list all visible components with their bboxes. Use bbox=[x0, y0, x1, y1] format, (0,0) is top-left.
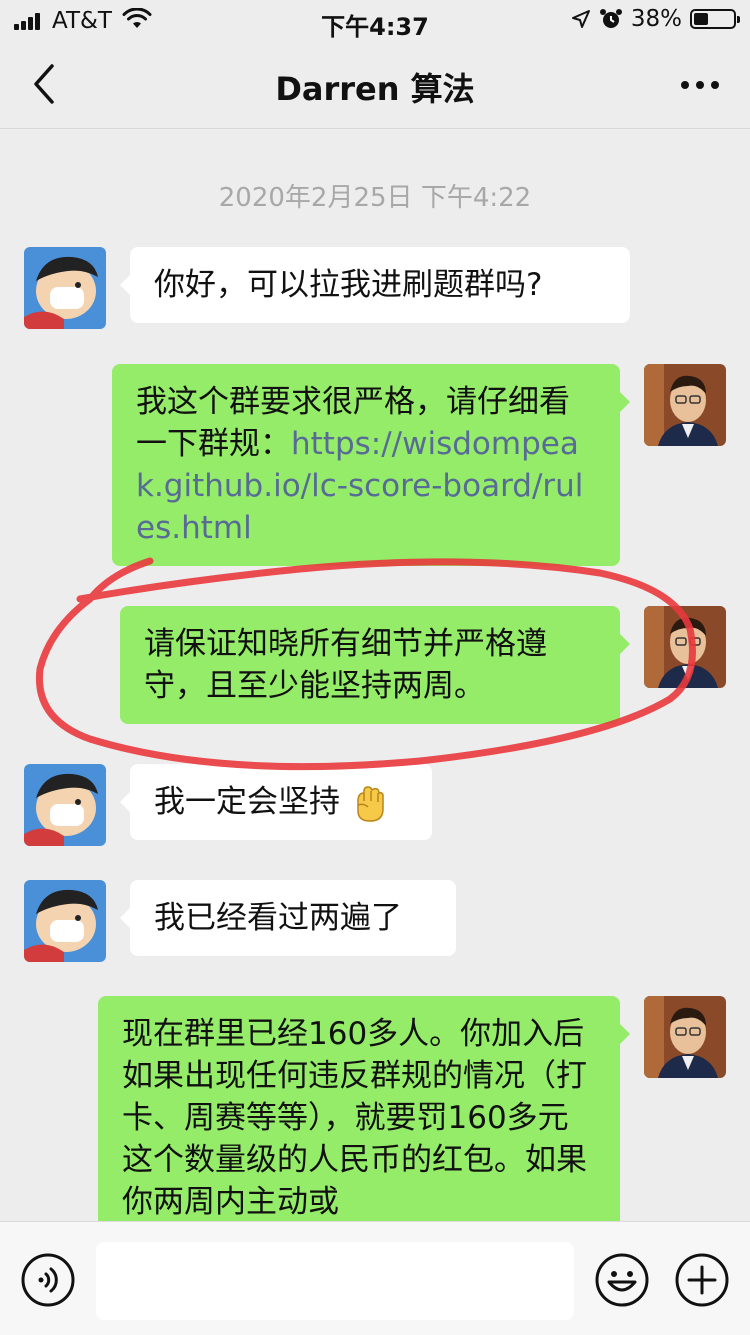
avatar-self[interactable] bbox=[644, 364, 726, 446]
battery-icon bbox=[690, 9, 740, 29]
chat-area[interactable]: 2020年2月25日 下午4:22 你好，可以拉我进刷题群吗? 我这个群要求很严… bbox=[0, 129, 750, 1221]
message-bubble-incoming[interactable]: 你好，可以拉我进刷题群吗? bbox=[120, 247, 630, 323]
emoji-face-icon[interactable] bbox=[594, 1252, 650, 1308]
status-right: 38% bbox=[571, 6, 740, 32]
avatar-other[interactable] bbox=[24, 247, 106, 329]
chat-title: Darren 算法 bbox=[275, 70, 475, 108]
message-input[interactable] bbox=[96, 1242, 574, 1320]
more-dots-icon[interactable] bbox=[678, 70, 722, 100]
message-text: 我一定会坚持 bbox=[154, 784, 340, 820]
status-bar: AT&T 下午4:37 38% bbox=[0, 0, 750, 41]
location-arrow-icon bbox=[571, 10, 590, 28]
avatar-self[interactable] bbox=[644, 606, 726, 688]
message-bubble-incoming[interactable]: 我已经看过两遍了 bbox=[120, 880, 456, 956]
battery-percent: 38% bbox=[630, 6, 682, 32]
message-bubble-outgoing[interactable]: 请保证知晓所有细节并严格遵守，且至少能坚持两周。 bbox=[120, 606, 630, 724]
message-bubble-incoming[interactable]: 我一定会坚持 bbox=[120, 764, 432, 840]
input-bar bbox=[0, 1221, 750, 1335]
voice-icon[interactable] bbox=[20, 1252, 76, 1308]
nav-bar: Darren 算法 bbox=[0, 40, 750, 129]
message-bubble-outgoing[interactable]: 我这个群要求很严格，请仔细看一下群规：https://wisdompeak.gi… bbox=[112, 364, 630, 566]
alarm-icon bbox=[599, 9, 622, 28]
message-bubble-outgoing[interactable]: 现在群里已经160多人。你加入后如果出现任何违反群规的情况（打卡、周赛等等），就… bbox=[98, 996, 630, 1221]
avatar-other[interactable] bbox=[24, 880, 106, 962]
message-timestamp: 2020年2月25日 下午4:22 bbox=[218, 183, 532, 213]
avatar-self[interactable] bbox=[644, 996, 726, 1078]
raised-fist-emoji bbox=[357, 785, 384, 822]
plus-circle-icon[interactable] bbox=[674, 1252, 730, 1308]
avatar-other[interactable] bbox=[24, 764, 106, 846]
battery-level bbox=[694, 13, 709, 25]
